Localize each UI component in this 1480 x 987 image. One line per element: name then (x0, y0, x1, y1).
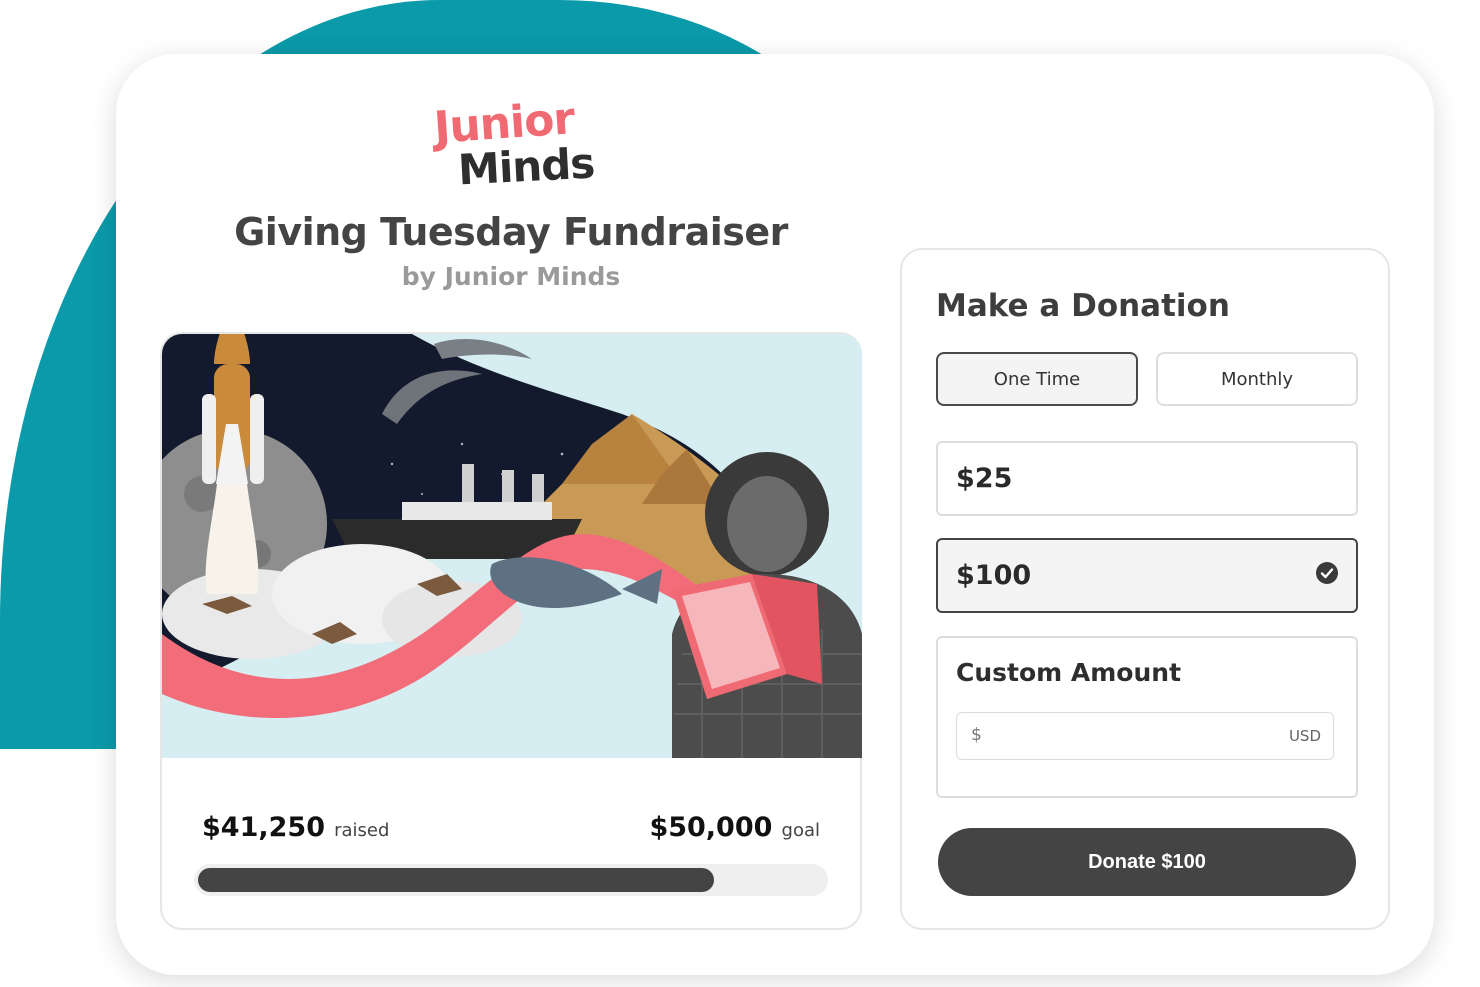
check-circle-icon (1316, 562, 1338, 584)
custom-amount-input[interactable] (991, 721, 1271, 751)
goal-label: goal (781, 820, 820, 841)
currency-code: USD (1288, 727, 1321, 745)
campaign-hero-image (162, 334, 862, 758)
goal-amount: $50,000 (649, 812, 773, 843)
custom-amount-field[interactable]: $ USD (956, 712, 1334, 760)
logo-text-minds: Minds (456, 138, 596, 195)
donation-title: Make a Donation (936, 288, 1230, 324)
raised-label: raised (334, 820, 390, 841)
fundraising-totals: $41,250 raised $50,000 goal (202, 812, 820, 852)
custom-amount-label: Custom Amount (956, 658, 1182, 687)
currency-symbol: $ (971, 725, 982, 745)
amount-option-label: $100 (956, 560, 1032, 591)
frequency-one-time-button[interactable]: One Time (936, 352, 1138, 406)
junior-minds-logo: Junior Minds (432, 93, 596, 198)
campaign-panel: $41,250 raised $50,000 goal (160, 332, 862, 930)
amount-option-label: $25 (956, 463, 1013, 494)
amount-option-100[interactable]: $100 (936, 538, 1358, 613)
raised-amount: $41,250 (202, 812, 325, 843)
campaign-subtitle: by Junior Minds (401, 262, 621, 291)
campaign-title: Giving Tuesday Fundraiser (234, 210, 788, 254)
donation-panel: Make a Donation One Time Monthly $25 $10… (900, 248, 1390, 930)
progress-bar-fill (198, 868, 714, 892)
frequency-monthly-button[interactable]: Monthly (1156, 352, 1358, 406)
custom-amount-box: Custom Amount $ USD (936, 636, 1358, 798)
donate-button[interactable]: Donate $100 (938, 828, 1356, 896)
amount-option-25[interactable]: $25 (936, 441, 1358, 516)
progress-bar-track (194, 864, 828, 896)
goal-group: $50,000 goal (649, 812, 820, 843)
hero-collage-illustration (162, 334, 862, 758)
